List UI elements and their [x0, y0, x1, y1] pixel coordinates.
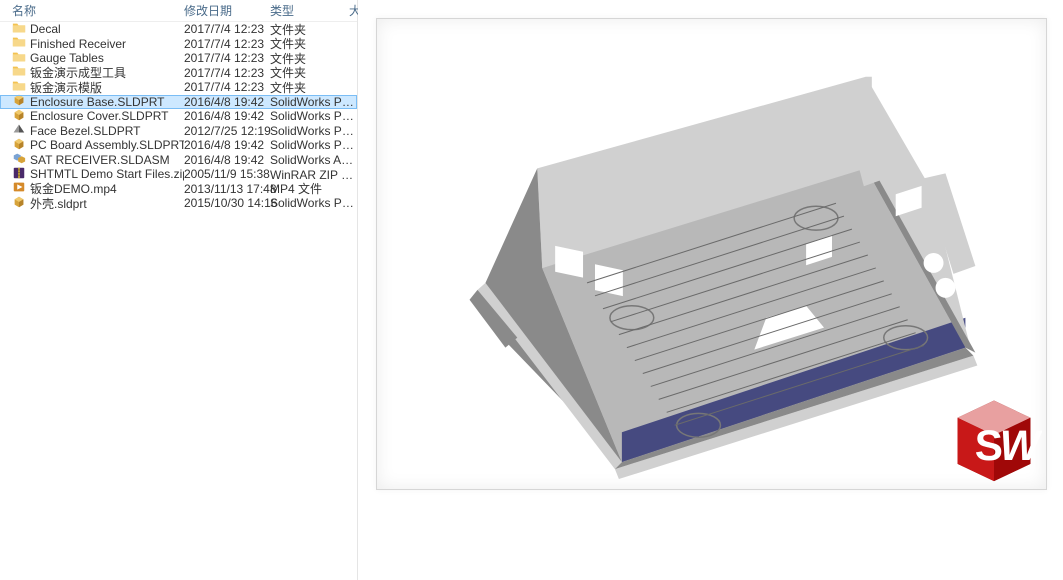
file-date: 2016/4/8 19:42: [184, 95, 270, 109]
file-list-panel: 名称 修改日期 类型 大 Decal2017/7/4 12:23文件夹Finis…: [0, 0, 358, 580]
header-date[interactable]: 修改日期: [184, 2, 270, 19]
file-name: Face Bezel.SLDPRT: [30, 124, 141, 138]
file-date: 2017/7/4 12:23: [184, 22, 270, 36]
file-date: 2017/7/4 12:23: [184, 37, 270, 51]
file-list: Decal2017/7/4 12:23文件夹Finished Receiver2…: [0, 22, 357, 211]
file-date: 2013/11/13 17:48: [184, 182, 270, 196]
file-name: Enclosure Base.SLDPRT: [30, 95, 165, 109]
file-name: PC Board Assembly.SLDPRT: [30, 138, 184, 152]
file-type: SolidWorks Part...: [270, 95, 357, 109]
header-name[interactable]: 名称: [0, 2, 184, 19]
file-name: SAT RECEIVER.SLDASM: [30, 153, 170, 167]
header-size[interactable]: 大: [349, 2, 357, 19]
file-type: SolidWorks Ass...: [270, 153, 357, 167]
file-date: 2016/4/8 19:42: [184, 109, 270, 123]
file-date: 2016/4/8 19:42: [184, 153, 270, 167]
file-date: 2016/4/8 19:42: [184, 138, 270, 152]
logo-letter-s: S: [975, 422, 1003, 469]
file-type: MP4 文件: [270, 180, 357, 197]
logo-letter-w: W: [1000, 422, 1042, 469]
file-date: 2005/11/9 15:38: [184, 167, 270, 181]
file-name: Gauge Tables: [30, 51, 104, 65]
preview-box[interactable]: S W: [376, 18, 1047, 490]
file-date: 2012/7/25 12:19: [184, 124, 270, 138]
file-date: 2017/7/4 12:23: [184, 80, 270, 94]
header-type[interactable]: 类型: [270, 2, 349, 19]
solidworks-logo-icon: S W: [946, 389, 1042, 485]
file-name: Finished Receiver: [30, 37, 126, 51]
file-name: SHTMTL Demo Start Files.zip: [30, 167, 184, 181]
file-type: SolidWorks Part...: [270, 196, 357, 210]
file-name: Decal: [30, 22, 61, 36]
file-name: 外壳.sldprt: [30, 195, 87, 212]
file-type: SolidWorks Part...: [270, 109, 357, 123]
file-list-header: 名称 修改日期 类型 大: [0, 0, 357, 22]
preview-panel: S W: [358, 0, 1063, 580]
file-name: Enclosure Cover.SLDPRT: [30, 109, 169, 123]
file-type: SolidWorks Part...: [270, 138, 357, 152]
file-type: SolidWorks Part...: [270, 124, 357, 138]
sldprt-icon: [12, 195, 26, 212]
file-row[interactable]: 外壳.sldprt 2015/10/30 14:16SolidWorks Part…: [0, 196, 357, 211]
file-date: 2017/7/4 12:23: [184, 51, 270, 65]
file-date: 2017/7/4 12:23: [184, 66, 270, 80]
file-date: 2015/10/30 14:16: [184, 196, 270, 210]
file-type: 文件夹: [270, 79, 357, 96]
